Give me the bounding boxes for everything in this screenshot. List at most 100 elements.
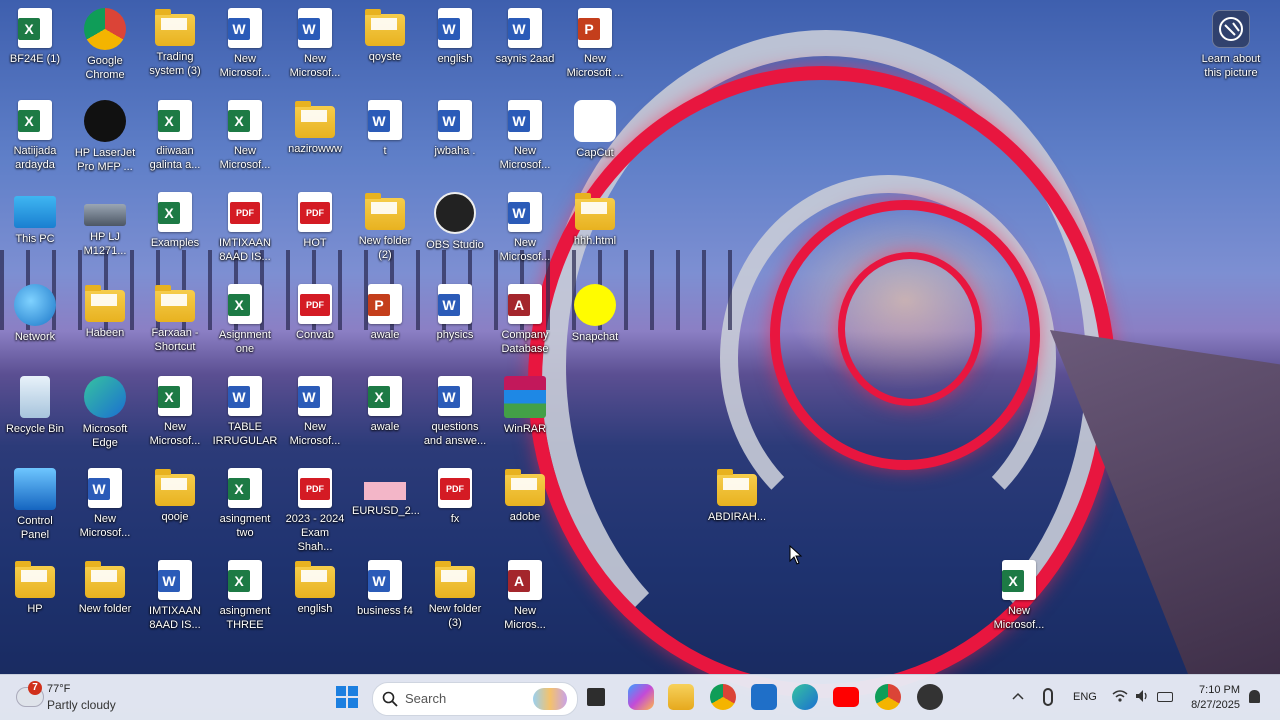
desktop-icon-word[interactable]: Wjwbaha . bbox=[422, 100, 488, 158]
edge-icon bbox=[84, 376, 126, 418]
desktop-icon-pc[interactable]: This PC bbox=[2, 192, 68, 246]
desktop-icon-excel[interactable]: X BF24E (1) bbox=[2, 8, 68, 66]
desktop-icon-folder[interactable]: Trading system (3) bbox=[142, 8, 208, 78]
clock-date[interactable]: 8/27/2025 bbox=[1186, 699, 1240, 711]
taskbar-search-box[interactable]: Search bbox=[372, 682, 578, 716]
desktop-icon-pdf[interactable]: PDF fx bbox=[422, 468, 488, 526]
desktop-icon-word[interactable]: W New Microsof... bbox=[492, 192, 558, 264]
file-explorer-icon[interactable] bbox=[668, 684, 694, 710]
desktop-icon-control[interactable]: Control Panel bbox=[2, 468, 68, 542]
desktop-icon-network[interactable]: Network bbox=[2, 284, 68, 344]
pdf-document-icon: PDF bbox=[438, 468, 472, 508]
desktop-icon-word[interactable]: Wsaynis 2aad bbox=[492, 8, 558, 66]
desktop-icon-image[interactable]: EURUSD_2... bbox=[352, 468, 420, 518]
wifi-icon[interactable] bbox=[1112, 688, 1128, 709]
task-view-icon[interactable] bbox=[587, 688, 605, 706]
desktop-icon-word[interactable]: W IMTIXAAN 8AAD IS... bbox=[142, 560, 208, 632]
desktop-icon-folder[interactable]: qooje bbox=[142, 468, 208, 524]
word-document-icon: W bbox=[508, 8, 542, 48]
desktop-icon-folder[interactable]: HP bbox=[2, 560, 68, 616]
youtube-icon[interactable] bbox=[833, 687, 859, 707]
desktop-icon-word[interactable]: W New Microsof... bbox=[72, 468, 138, 540]
desktop-icon-word[interactable]: Wenglish bbox=[422, 8, 488, 66]
desktop-icon-folder[interactable]: New folder (3) bbox=[422, 560, 488, 630]
desktop-icon-scanner[interactable]: HP LJ M1271... bbox=[72, 192, 138, 258]
desktop-icon-excel[interactable]: X Natiijada ardayda bbox=[2, 100, 68, 172]
pc-icon bbox=[14, 196, 56, 228]
desktop-icon-recycle[interactable]: Recycle Bin bbox=[2, 376, 68, 436]
volume-icon[interactable] bbox=[1134, 688, 1150, 709]
desktop-icon-label: english bbox=[297, 603, 333, 615]
desktop-icon-folder[interactable]: qoyste bbox=[352, 8, 418, 64]
chrome-icon[interactable] bbox=[710, 684, 736, 710]
desktop-icon-excel[interactable]: X New Microsof... bbox=[212, 100, 278, 172]
desktop-icon-word[interactable]: Wbusiness f4 bbox=[352, 560, 418, 618]
word-document-icon: W bbox=[228, 8, 262, 48]
desktop-icon-label: Trading system (3) bbox=[149, 51, 201, 77]
desktop-icon-label: jwbaha . bbox=[434, 145, 476, 157]
desktop-icon-folder[interactable]: hhh.html bbox=[562, 192, 628, 248]
desktop-icon-word[interactable]: W New Microsof... bbox=[492, 100, 558, 172]
desktop-icon-word[interactable]: Wquestions and answe... bbox=[422, 376, 488, 448]
folder-icon bbox=[15, 561, 55, 598]
learn-about-picture[interactable]: Learn about this picture bbox=[1196, 10, 1266, 80]
desktop-icon-word[interactable]: W New Microsof... bbox=[282, 8, 348, 80]
desktop-icon-excel[interactable]: Xasingment two bbox=[212, 468, 278, 540]
desktop-icon-excel[interactable]: Xdiiwaan galinta a... bbox=[142, 100, 208, 172]
weather-widget[interactable]: 7 77°F Partly cloudy bbox=[16, 681, 126, 715]
desktop-icon-folder[interactable]: adobe bbox=[492, 468, 558, 524]
desktop-icon-capcut[interactable]: CapCut bbox=[562, 100, 628, 160]
desktop-icon-word[interactable]: W New Microsof... bbox=[212, 8, 278, 80]
desktop-icon-pdf[interactable]: PDF 2023 - 2024 Exam Shah... bbox=[282, 468, 348, 554]
excel-document-icon: X bbox=[158, 100, 192, 140]
desktop-icon-folder[interactable]: nazirowww bbox=[282, 100, 348, 156]
show-hidden-icons-chevron-up-icon[interactable] bbox=[1012, 690, 1024, 702]
desktop-icon-ppt[interactable]: Pawale bbox=[352, 284, 418, 342]
desktop-icon-pdf[interactable]: PDF HOT bbox=[282, 192, 348, 250]
desktop-icon-folder[interactable]: Habeen bbox=[72, 284, 138, 340]
app-icon[interactable] bbox=[917, 684, 943, 710]
desktop-icon-pdf[interactable]: PDF IMTIXAAN 8AAD IS... bbox=[212, 192, 278, 264]
desktop-icon-excel[interactable]: X New Microsof... bbox=[142, 376, 208, 448]
desktop-icon-label: New folder bbox=[78, 603, 132, 615]
desktop-icon-hp[interactable]: HP LaserJet Pro MFP ... bbox=[72, 100, 138, 174]
desktop-icon-folder[interactable]: New folder (2) bbox=[352, 192, 418, 262]
notification-bell-icon[interactable] bbox=[1249, 690, 1260, 703]
desktop-icon-excel[interactable]: X Asignment one bbox=[212, 284, 278, 356]
desktop-icon-word[interactable]: W New Microsof... bbox=[282, 376, 348, 448]
desktop-icon-ppt[interactable]: P New Microsoft ... bbox=[562, 8, 628, 80]
chrome-profile-icon[interactable] bbox=[875, 684, 901, 710]
desktop-icon-folder[interactable]: english bbox=[282, 560, 348, 616]
desktop-icon-chrome[interactable]: Google Chrome bbox=[72, 8, 138, 82]
desktop-icon-access[interactable]: A New Micros... bbox=[492, 560, 558, 632]
windows-start-button[interactable] bbox=[336, 686, 358, 708]
desktop-icon-word[interactable]: W TABLE IRRUGULAR bbox=[212, 376, 278, 448]
desktop-icon-obs[interactable]: OBS Studio bbox=[422, 192, 488, 252]
battery-icon[interactable] bbox=[1157, 692, 1173, 702]
desktop-icon-word[interactable]: Wphysics bbox=[422, 284, 488, 342]
desktop-icon-edge[interactable]: Microsoft Edge bbox=[72, 376, 138, 450]
desktop-icon-excel[interactable]: X New Microsof... bbox=[986, 560, 1052, 632]
desktop-icon-excel[interactable]: X Examples bbox=[142, 192, 208, 250]
desktop-icon-pdf[interactable]: PDF Convab bbox=[282, 284, 348, 342]
language-indicator[interactable]: ENG bbox=[1073, 691, 1097, 703]
desktop-icon-folder[interactable]: New folder bbox=[72, 560, 138, 616]
desktop-icon-snapchat[interactable]: Snapchat bbox=[562, 284, 628, 344]
desktop-icon-folder[interactable]: ABDIRAH... bbox=[704, 468, 770, 524]
desktop-icon-label: Snapchat bbox=[571, 331, 619, 343]
desktop-icon-excel[interactable]: Xasingment THREE bbox=[212, 560, 278, 632]
copilot-icon[interactable] bbox=[628, 684, 654, 710]
word-document-icon: W bbox=[508, 192, 542, 232]
desktop-icon-label: qoyste bbox=[368, 51, 402, 63]
edge-icon[interactable] bbox=[792, 684, 818, 710]
desktop-icon-winrar[interactable]: WinRAR bbox=[492, 376, 558, 436]
desktop-icon-word[interactable]: Wt bbox=[352, 100, 418, 158]
desktop-icon-access[interactable]: A Company Database bbox=[492, 284, 558, 356]
clock-time[interactable]: 7:10 PM bbox=[1196, 684, 1240, 696]
desktop-icon-folder[interactable]: Farxaan - Shortcut bbox=[142, 284, 208, 354]
excel-document-icon: X bbox=[228, 100, 262, 140]
excel-document-icon: X bbox=[18, 8, 52, 48]
microphone-icon[interactable] bbox=[1043, 688, 1053, 706]
store-icon[interactable] bbox=[751, 684, 777, 710]
desktop-icon-excel[interactable]: Xawale bbox=[352, 376, 418, 434]
